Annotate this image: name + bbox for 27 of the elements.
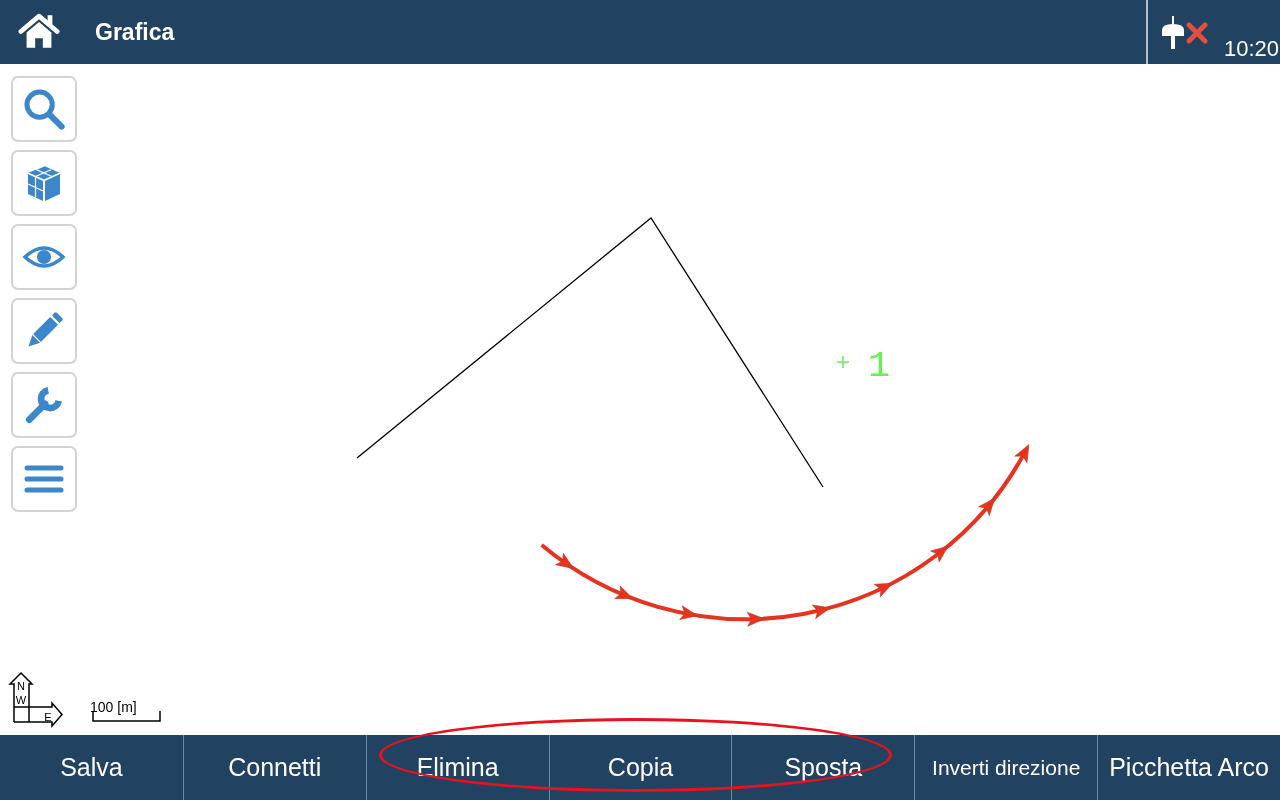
eye-button[interactable] (11, 224, 77, 290)
gnss-antenna-icon (1161, 16, 1185, 49)
cube-button[interactable] (11, 150, 77, 216)
wrench-icon (23, 384, 65, 426)
point-marker-icon (836, 355, 850, 369)
home-button[interactable] (18, 11, 60, 49)
compass-label: E (44, 711, 52, 723)
bottom-bar-button[interactable]: Picchetta Arco (1097, 735, 1280, 800)
menu-icon (24, 464, 64, 494)
bottom-bar-button[interactable]: Salva (0, 735, 183, 800)
pencil-button[interactable] (11, 298, 77, 364)
home-icon (18, 11, 60, 49)
bottom-bar-button[interactable]: Elimina (365, 735, 549, 800)
search-button[interactable] (11, 76, 77, 142)
page-title: Grafica (95, 18, 175, 46)
scale-label: 100 [m] (90, 699, 137, 715)
bottom-bar-button[interactable]: Copia (548, 735, 732, 800)
compass-label: W (15, 694, 27, 706)
bottom-bar-button[interactable]: Connetti (182, 735, 366, 800)
point-label: 1 (868, 345, 891, 387)
search-icon (22, 87, 66, 131)
compass-label: N (17, 680, 25, 692)
bottom-bar-button[interactable]: Sposta (731, 735, 915, 800)
bottom-bar-button[interactable]: Inverti direzione (914, 735, 1098, 800)
wrench-button[interactable] (11, 372, 77, 438)
menu-button[interactable] (11, 446, 77, 512)
clock-time: 10:20 (1224, 36, 1280, 62)
